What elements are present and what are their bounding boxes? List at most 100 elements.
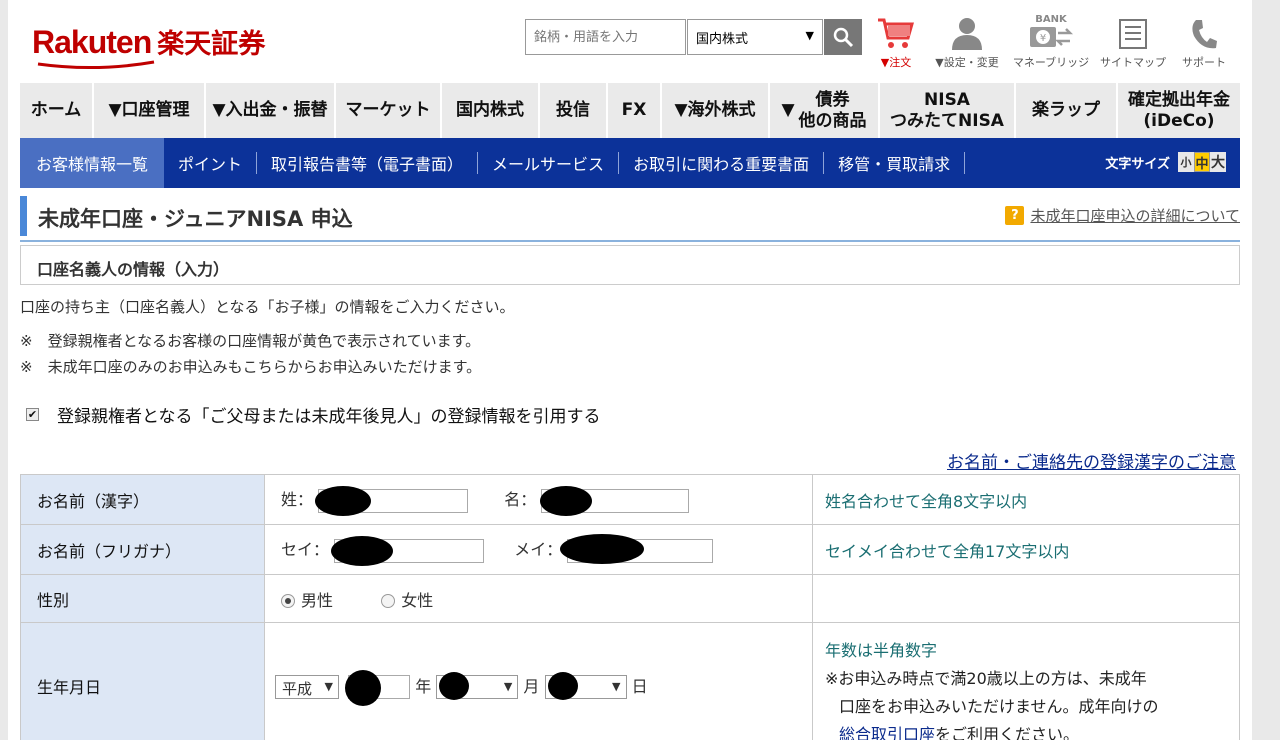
gender-label: 性別 [20, 574, 265, 623]
dropdown-arrow-icon: ▼ [324, 680, 333, 694]
search-input[interactable] [525, 19, 686, 55]
first-name-kana-input[interactable] [560, 533, 714, 564]
question-icon: ? [1005, 206, 1025, 225]
svg-text:¥: ¥ [1040, 33, 1046, 44]
first-name-input[interactable] [540, 485, 690, 516]
page: Rakuten 楽天証券 国内株式 ▼ ▼注文 ▼設定・変更 BANK ¥ マネ… [8, 0, 1252, 740]
redaction-mark [315, 485, 372, 516]
dropdown-arrow-icon: ▼ [503, 680, 513, 694]
radio-unselected-icon [381, 594, 396, 608]
subnav-points[interactable]: ポイント [164, 138, 256, 188]
checkbox-label: 登録親権者となる「ご父母または未成年後見人」の登録情報を引用する [57, 407, 601, 427]
first-name-label: 名： [504, 490, 537, 510]
note-text-1: ※ 登録親権者となるお客様の口座情報が黄色で表示されています。 [20, 332, 481, 350]
search-category-value: 国内株式 [696, 32, 749, 47]
cart-icon [878, 18, 914, 48]
order-menu[interactable]: ▼注文 [870, 14, 922, 70]
day-unit: 日 [631, 676, 648, 696]
settings-label: ▼設定・変更 [935, 56, 999, 69]
checkbox-checked-icon: ✔ [26, 408, 39, 421]
logo-text-en: Rakuten [32, 24, 152, 60]
general-account-link[interactable]: 総合取引口座 [839, 725, 935, 740]
redaction-mark [547, 672, 578, 701]
redaction-mark [345, 670, 382, 707]
nav-market[interactable]: マーケット [336, 83, 440, 138]
name-kana-label: お名前（フリガナ） [20, 524, 265, 575]
search-category-select[interactable]: 国内株式 ▼ [687, 19, 823, 55]
rakuten-logo[interactable]: Rakuten 楽天証券 [32, 22, 266, 70]
last-name-input[interactable] [315, 485, 469, 516]
search-icon [833, 27, 854, 48]
sitemap-label: サイトマップ [1100, 56, 1166, 69]
money-bridge-link[interactable]: BANK ¥ マネーブリッジ [1010, 14, 1092, 70]
main-nav: ホーム ▼口座管理 ▼入出金・振替 マーケット 国内株式 投信 FX ▼海外株式… [20, 83, 1240, 138]
gender-female-option[interactable]: 女性 [381, 591, 433, 610]
settings-menu[interactable]: ▼設定・変更 [926, 14, 1008, 70]
section-title: 口座名義人の情報（入力） [20, 245, 1240, 285]
sitemap-icon [1119, 19, 1147, 49]
nav-domestic-stocks[interactable]: 国内株式 [442, 83, 538, 138]
birth-note-tail: をご利用ください。 [935, 725, 1080, 740]
font-size-label: 文字サイズ [1105, 156, 1170, 172]
kanji-notice-link[interactable]: お名前・ご連絡先の登録漢字のご注意 [947, 448, 1236, 473]
bank-icon: ¥ [1030, 27, 1074, 47]
name-kana-note: セイメイ合わせて全角17文字以内 [812, 524, 1240, 575]
logo-text-jp: 楽天証券 [157, 29, 266, 60]
birth-date-label: 生年月日 [20, 622, 265, 740]
nav-ideco[interactable]: 確定拠出年金 (iDeCo) [1118, 83, 1240, 138]
sub-nav: お客様情報一覧 ポイント 取引報告書等（電子書面） メールサービス お取引に関わ… [20, 138, 1240, 188]
era-select[interactable]: 平成 ▼ [275, 675, 339, 700]
title-underline [20, 240, 1240, 242]
nav-fx[interactable]: FX [608, 83, 660, 138]
last-name-label: 姓： [281, 490, 314, 510]
font-size-large[interactable]: 大 [1210, 152, 1226, 172]
table-row: 生年月日 平成 ▼ 年 ▼ 月 ▼ 日 年数は半角数字 ※お申込み時点で満20歳以… [20, 622, 1240, 740]
birth-day-select[interactable]: ▼ [544, 672, 627, 701]
nav-deposit[interactable]: ▼入出金・振替 [206, 83, 334, 138]
support-link[interactable]: サポート [1174, 14, 1234, 70]
dropdown-arrow-icon: ▼ [805, 29, 814, 42]
nav-account[interactable]: ▼口座管理 [94, 83, 204, 138]
subnav-customer-info[interactable]: お客様情報一覧 [20, 138, 165, 188]
font-size-switcher: 文字サイズ 小 中 大 [1105, 152, 1226, 172]
nav-bonds[interactable]: ▼ 債券 他の商品 [770, 83, 878, 138]
radio-selected-icon [281, 594, 295, 608]
note-text-2: ※ 未成年口座のみのお申込みもこちらからお申込みいただけます。 [20, 358, 482, 376]
dropdown-arrow-icon: ▼ [612, 680, 621, 694]
font-size-medium[interactable]: 中 [1194, 152, 1210, 172]
support-label: サポート [1182, 56, 1226, 69]
redaction-mark [540, 485, 593, 516]
subnav-transfer[interactable]: 移管・買取請求 [824, 138, 964, 188]
month-unit: 月 [523, 676, 540, 696]
subnav-reports[interactable]: 取引報告書等（電子書面） [257, 138, 477, 188]
money-bridge-label: マネーブリッジ [1012, 56, 1090, 69]
birth-month-select[interactable]: ▼ [436, 672, 519, 701]
redaction-mark [560, 533, 645, 564]
last-name-kana-input[interactable] [331, 535, 485, 566]
subnav-important-docs[interactable]: お取引に関わる重要書面 [619, 138, 823, 188]
order-label: ▼注文 [880, 56, 912, 69]
page-title: 未成年口座・ジュニアNISA 申込 [38, 207, 353, 231]
nav-home[interactable]: ホーム [20, 83, 92, 138]
quote-parent-info-checkbox[interactable]: ✔ 登録親権者となる「ご父母または未成年後見人」の登録情報を引用する [26, 402, 601, 427]
person-icon [952, 18, 982, 50]
birth-year-input[interactable] [345, 670, 411, 707]
nav-rakuwrap[interactable]: 楽ラップ [1016, 83, 1116, 138]
year-unit: 年 [415, 676, 432, 696]
birth-note-title: 年数は半角数字 [825, 641, 938, 660]
nav-nisa[interactable]: NISA つみたてNISA [880, 83, 1014, 138]
redaction-mark [331, 535, 394, 566]
subnav-divider [964, 152, 966, 174]
help-link[interactable]: ? 未成年口座申込の詳細について [1005, 205, 1240, 226]
redaction-mark [439, 672, 470, 701]
sitemap-link[interactable]: サイトマップ [1096, 14, 1170, 70]
font-size-small[interactable]: 小 [1178, 152, 1194, 172]
nav-foreign-stocks[interactable]: ▼海外株式 [662, 83, 768, 138]
subnav-mail[interactable]: メールサービス [478, 138, 618, 188]
search-button[interactable] [824, 19, 862, 55]
nav-funds[interactable]: 投信 [540, 83, 606, 138]
gender-male-option[interactable]: 男性 [281, 591, 333, 610]
bank-badge: BANK [1035, 14, 1067, 25]
last-name-kana-label: セイ： [281, 540, 330, 560]
title-accent-bar [20, 196, 27, 236]
